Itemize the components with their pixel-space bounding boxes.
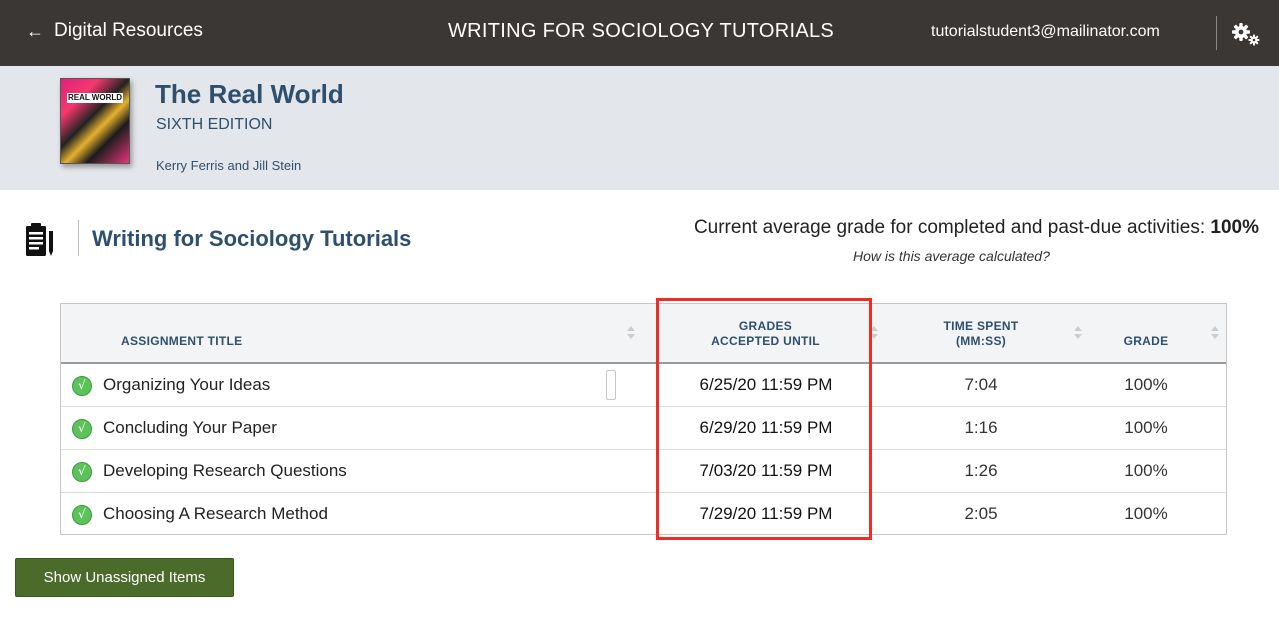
col-assignment-title-label: ASSIGNMENT TITLE: [121, 334, 243, 348]
book-authors: Kerry Ferris and Jill Stein: [156, 158, 302, 173]
col-time-line2: (MM:SS): [955, 334, 1007, 348]
accepted-until: 6/25/20 11:59 PM: [699, 375, 833, 394]
grade-value: 100%: [1124, 461, 1168, 480]
completed-check-icon: [72, 462, 92, 482]
accepted-until: 6/29/20 11:59 PM: [699, 418, 833, 437]
col-grade[interactable]: GRADE: [1091, 304, 1221, 362]
accepted-until: 7/29/20 11:59 PM: [699, 504, 833, 523]
col-grades-line1: GRADES: [738, 319, 793, 333]
average-grade: Current average grade for completed and …: [694, 217, 1259, 239]
sort-icon[interactable]: [1211, 326, 1219, 340]
book-edition: SIXTH EDITION: [156, 116, 273, 133]
time-spent: 1:26: [964, 461, 998, 480]
top-bar-divider: [1216, 16, 1217, 50]
col-time-line1: TIME SPENT: [943, 319, 1019, 333]
section-divider: [78, 220, 79, 256]
assignment-title[interactable]: Choosing A Research Method: [103, 504, 328, 524]
grade-value: 100%: [1124, 504, 1168, 523]
accepted-until: 7/03/20 11:59 PM: [699, 461, 833, 480]
assignment-title[interactable]: Developing Research Questions: [103, 461, 347, 481]
app-title: WRITING FOR SOCIOLOGY TUTORIALS: [448, 20, 835, 42]
assignment-title[interactable]: Organizing Your Ideas: [103, 375, 270, 395]
book-title: The Real World: [155, 79, 344, 109]
book-cover-title: REAL WORLD: [67, 93, 123, 103]
col-grades-line2: ACCEPTED UNTIL: [711, 334, 820, 348]
col-time-spent[interactable]: TIME SPENT (MM:SS): [891, 304, 1082, 362]
gears-icon[interactable]: [1231, 22, 1261, 46]
section-title: Writing for Sociology Tutorials: [92, 226, 412, 251]
book-header: REAL WORLD The Real World SIXTH EDITION …: [0, 66, 1279, 190]
assignment-title[interactable]: Concluding Your Paper: [103, 418, 277, 438]
average-grade-label: Current average grade for completed and …: [693, 217, 1211, 238]
average-grade-value: 100%: [1210, 217, 1259, 238]
sort-icon[interactable]: [870, 326, 878, 340]
sort-icon[interactable]: [1074, 326, 1082, 340]
table-row[interactable]: Choosing A Research Method 7/29/20 11:59…: [61, 493, 1226, 536]
col-grades-accepted-label: GRADES ACCEPTED UNTIL: [658, 319, 873, 349]
col-grade-label: GRADE: [1123, 334, 1169, 348]
table-header: ASSIGNMENT TITLE GRADES ACCEPTED UNTIL T…: [61, 304, 1226, 364]
back-link-label: Digital Resources: [54, 20, 203, 41]
time-spent: 1:16: [964, 418, 998, 437]
arrow-left-icon: ←: [26, 21, 44, 41]
grade-value: 100%: [1124, 375, 1168, 394]
time-spent: 2:05: [964, 504, 998, 523]
digital-resources-link[interactable]: ← Digital Resources: [26, 20, 203, 42]
top-bar: ← Digital Resources WRITING FOR SOCIOLOG…: [0, 0, 1279, 66]
table-row[interactable]: Developing Research Questions 7/03/20 11…: [61, 450, 1226, 493]
table-row[interactable]: Organizing Your Ideas 6/25/20 11:59 PM 7…: [61, 364, 1226, 407]
average-help-link[interactable]: How is this average calculated?: [853, 248, 1050, 264]
completed-check-icon: [72, 376, 92, 396]
sort-icon[interactable]: [627, 326, 635, 340]
book-cover-image: REAL WORLD: [60, 78, 130, 164]
row-select-box[interactable]: [606, 370, 616, 400]
user-email[interactable]: tutorialstudent3@mailinator.com: [931, 23, 1160, 41]
col-assignment-title[interactable]: ASSIGNMENT TITLE: [61, 304, 651, 362]
grade-value: 100%: [1124, 418, 1168, 437]
completed-check-icon: [72, 419, 92, 439]
time-spent: 7:04: [964, 375, 998, 394]
completed-check-icon: [72, 505, 92, 525]
assignments-table: ASSIGNMENT TITLE GRADES ACCEPTED UNTIL T…: [60, 303, 1227, 535]
col-grades-accepted-until[interactable]: GRADES ACCEPTED UNTIL: [658, 304, 878, 362]
show-unassigned-button[interactable]: Show Unassigned Items: [15, 558, 234, 597]
col-time-spent-label: TIME SPENT (MM:SS): [891, 319, 1071, 349]
clipboard-icon: [25, 223, 55, 257]
table-row[interactable]: Concluding Your Paper 6/29/20 11:59 PM 1…: [61, 407, 1226, 450]
